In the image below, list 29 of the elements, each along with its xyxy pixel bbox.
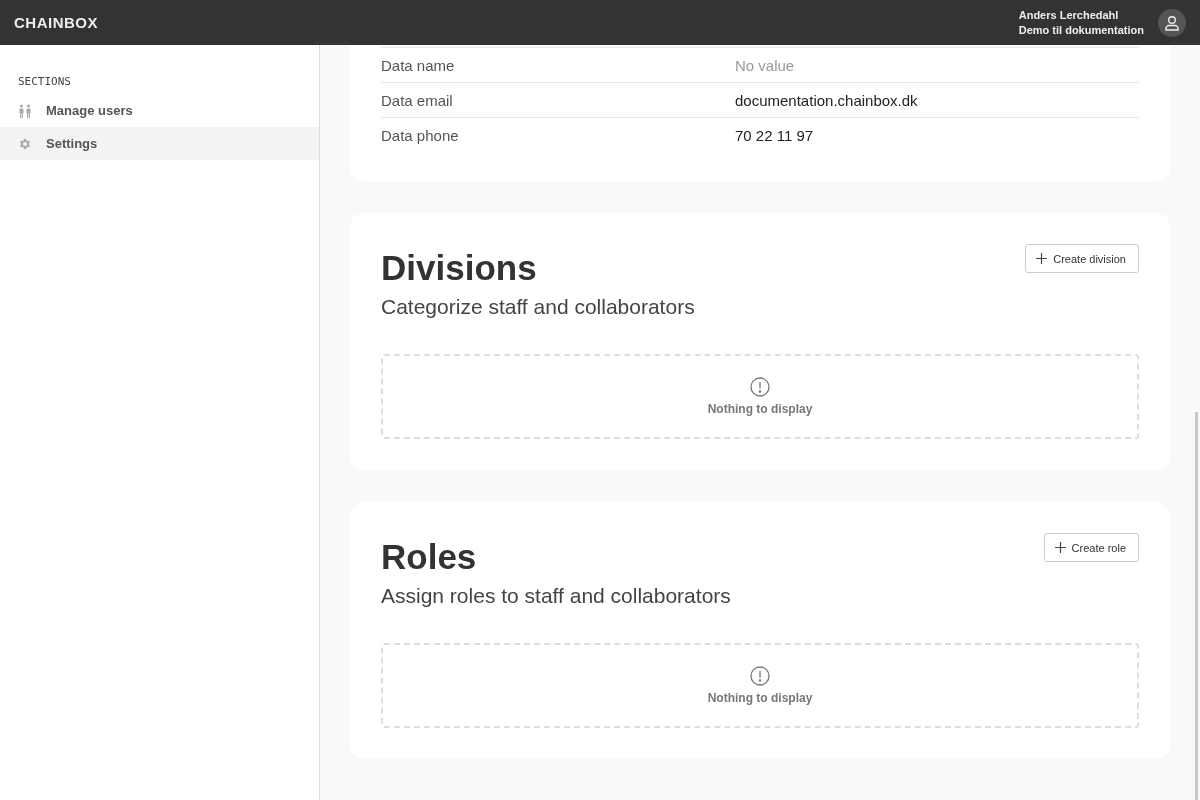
users-icon: [18, 103, 32, 118]
field-value: No value: [735, 56, 795, 74]
user-icon: [1164, 14, 1180, 31]
create-button[interactable]: Create division: [1025, 244, 1139, 273]
section-subtitle: Assign roles to staff and collaborators: [381, 583, 731, 609]
logo: CHAINBOX: [14, 14, 98, 31]
plus-icon: [1054, 542, 1066, 553]
create-button[interactable]: Create role: [1043, 533, 1139, 562]
field-value: 70 22 11 97: [735, 126, 814, 144]
avatar-button[interactable]: [1158, 8, 1186, 37]
gear-icon: [18, 136, 32, 151]
user-name: Anders Lerchedahl: [1018, 7, 1120, 23]
sidebar-heading: SECTIONS: [17, 75, 72, 90]
section-title: Roles: [381, 536, 478, 578]
alert-icon: [750, 666, 770, 686]
alert-icon: [750, 377, 770, 397]
field-value: documentation.chainbox.dk: [735, 91, 918, 109]
empty-message: Nothing to display: [707, 691, 813, 705]
section-title: Divisions: [381, 247, 538, 289]
field-label: Data email: [381, 91, 454, 109]
plus-icon: [1036, 253, 1048, 264]
organization-name: Demo til dokumentation: [1018, 22, 1144, 38]
section-subtitle: Categorize staff and collaborators: [381, 294, 695, 320]
scrollbar-thumb[interactable]: [1195, 412, 1198, 800]
sidebar-item[interactable]: Manage users: [0, 94, 319, 127]
field-label: Data name: [381, 56, 456, 74]
empty-message: Nothing to display: [707, 402, 813, 416]
field-label: Data phone: [381, 126, 460, 144]
sidebar-item[interactable]: Settings: [0, 127, 319, 160]
